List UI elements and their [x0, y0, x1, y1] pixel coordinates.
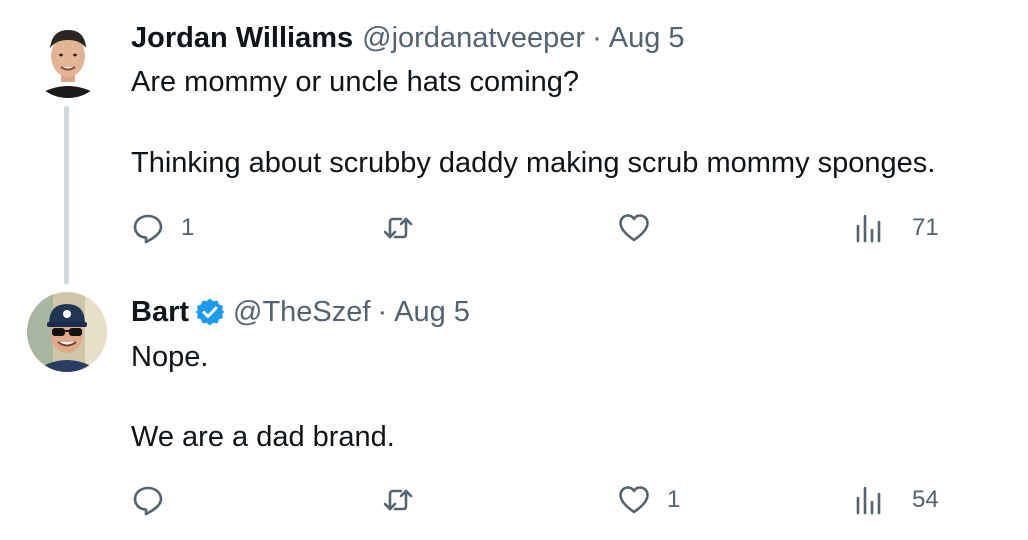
- views-icon: [852, 211, 886, 245]
- retweet-button[interactable]: [381, 208, 431, 248]
- tweet-jordan-williams[interactable]: Jordan Williams @jordanatveeper · Aug 5 …: [0, 0, 1028, 290]
- retweet-button[interactable]: [381, 480, 431, 520]
- avatar-bart[interactable]: [27, 292, 107, 372]
- header-separator: ·: [377, 296, 388, 328]
- tweet-text-line-2: We are a dad brand.: [131, 421, 395, 453]
- reply-icon: [131, 211, 165, 245]
- tweet-date[interactable]: Aug 5: [609, 20, 685, 56]
- like-icon: [617, 211, 651, 245]
- retweet-icon: [381, 211, 415, 245]
- views-count: 54: [912, 486, 939, 513]
- tweet-text-line-1: Are mommy or uncle hats coming?: [131, 66, 580, 98]
- reply-count: 1: [181, 214, 195, 241]
- like-count: 1: [667, 486, 681, 513]
- tweet-text-line-1: Nope.: [131, 341, 209, 373]
- avatar-jordan-williams[interactable]: [28, 18, 108, 98]
- reply-button[interactable]: [131, 480, 181, 520]
- views-icon: [852, 483, 886, 517]
- like-icon: [617, 483, 651, 517]
- tweet-date[interactable]: Aug 5: [394, 294, 470, 330]
- reply-button[interactable]: 1: [131, 208, 194, 248]
- tweet-header: Bart @TheSzef · Aug 5: [131, 294, 470, 330]
- views-button[interactable]: 54: [852, 480, 939, 520]
- author-handle[interactable]: @jordanatveeper: [362, 20, 585, 56]
- header-separator: ·: [592, 22, 602, 54]
- author-handle[interactable]: @TheSzef: [233, 294, 370, 330]
- author-display-name[interactable]: Jordan Williams: [131, 20, 353, 56]
- retweet-icon: [381, 483, 415, 517]
- like-button[interactable]: 1: [617, 480, 680, 520]
- thread-connector-line: [64, 106, 69, 284]
- views-count: 71: [912, 214, 939, 241]
- views-button[interactable]: 71: [852, 208, 939, 248]
- reply-icon: [131, 483, 165, 517]
- tweet-header: Jordan Williams @jordanatveeper · Aug 5: [131, 20, 685, 56]
- tweet-bart[interactable]: Bart @TheSzef · Aug 5 Nope. We are a dad…: [0, 290, 1028, 540]
- verified-badge-icon[interactable]: [195, 297, 225, 327]
- like-button[interactable]: [617, 208, 667, 248]
- tweet-text-line-2: Thinking about scrubby daddy making scru…: [131, 147, 936, 179]
- author-display-name[interactable]: Bart: [131, 294, 189, 330]
